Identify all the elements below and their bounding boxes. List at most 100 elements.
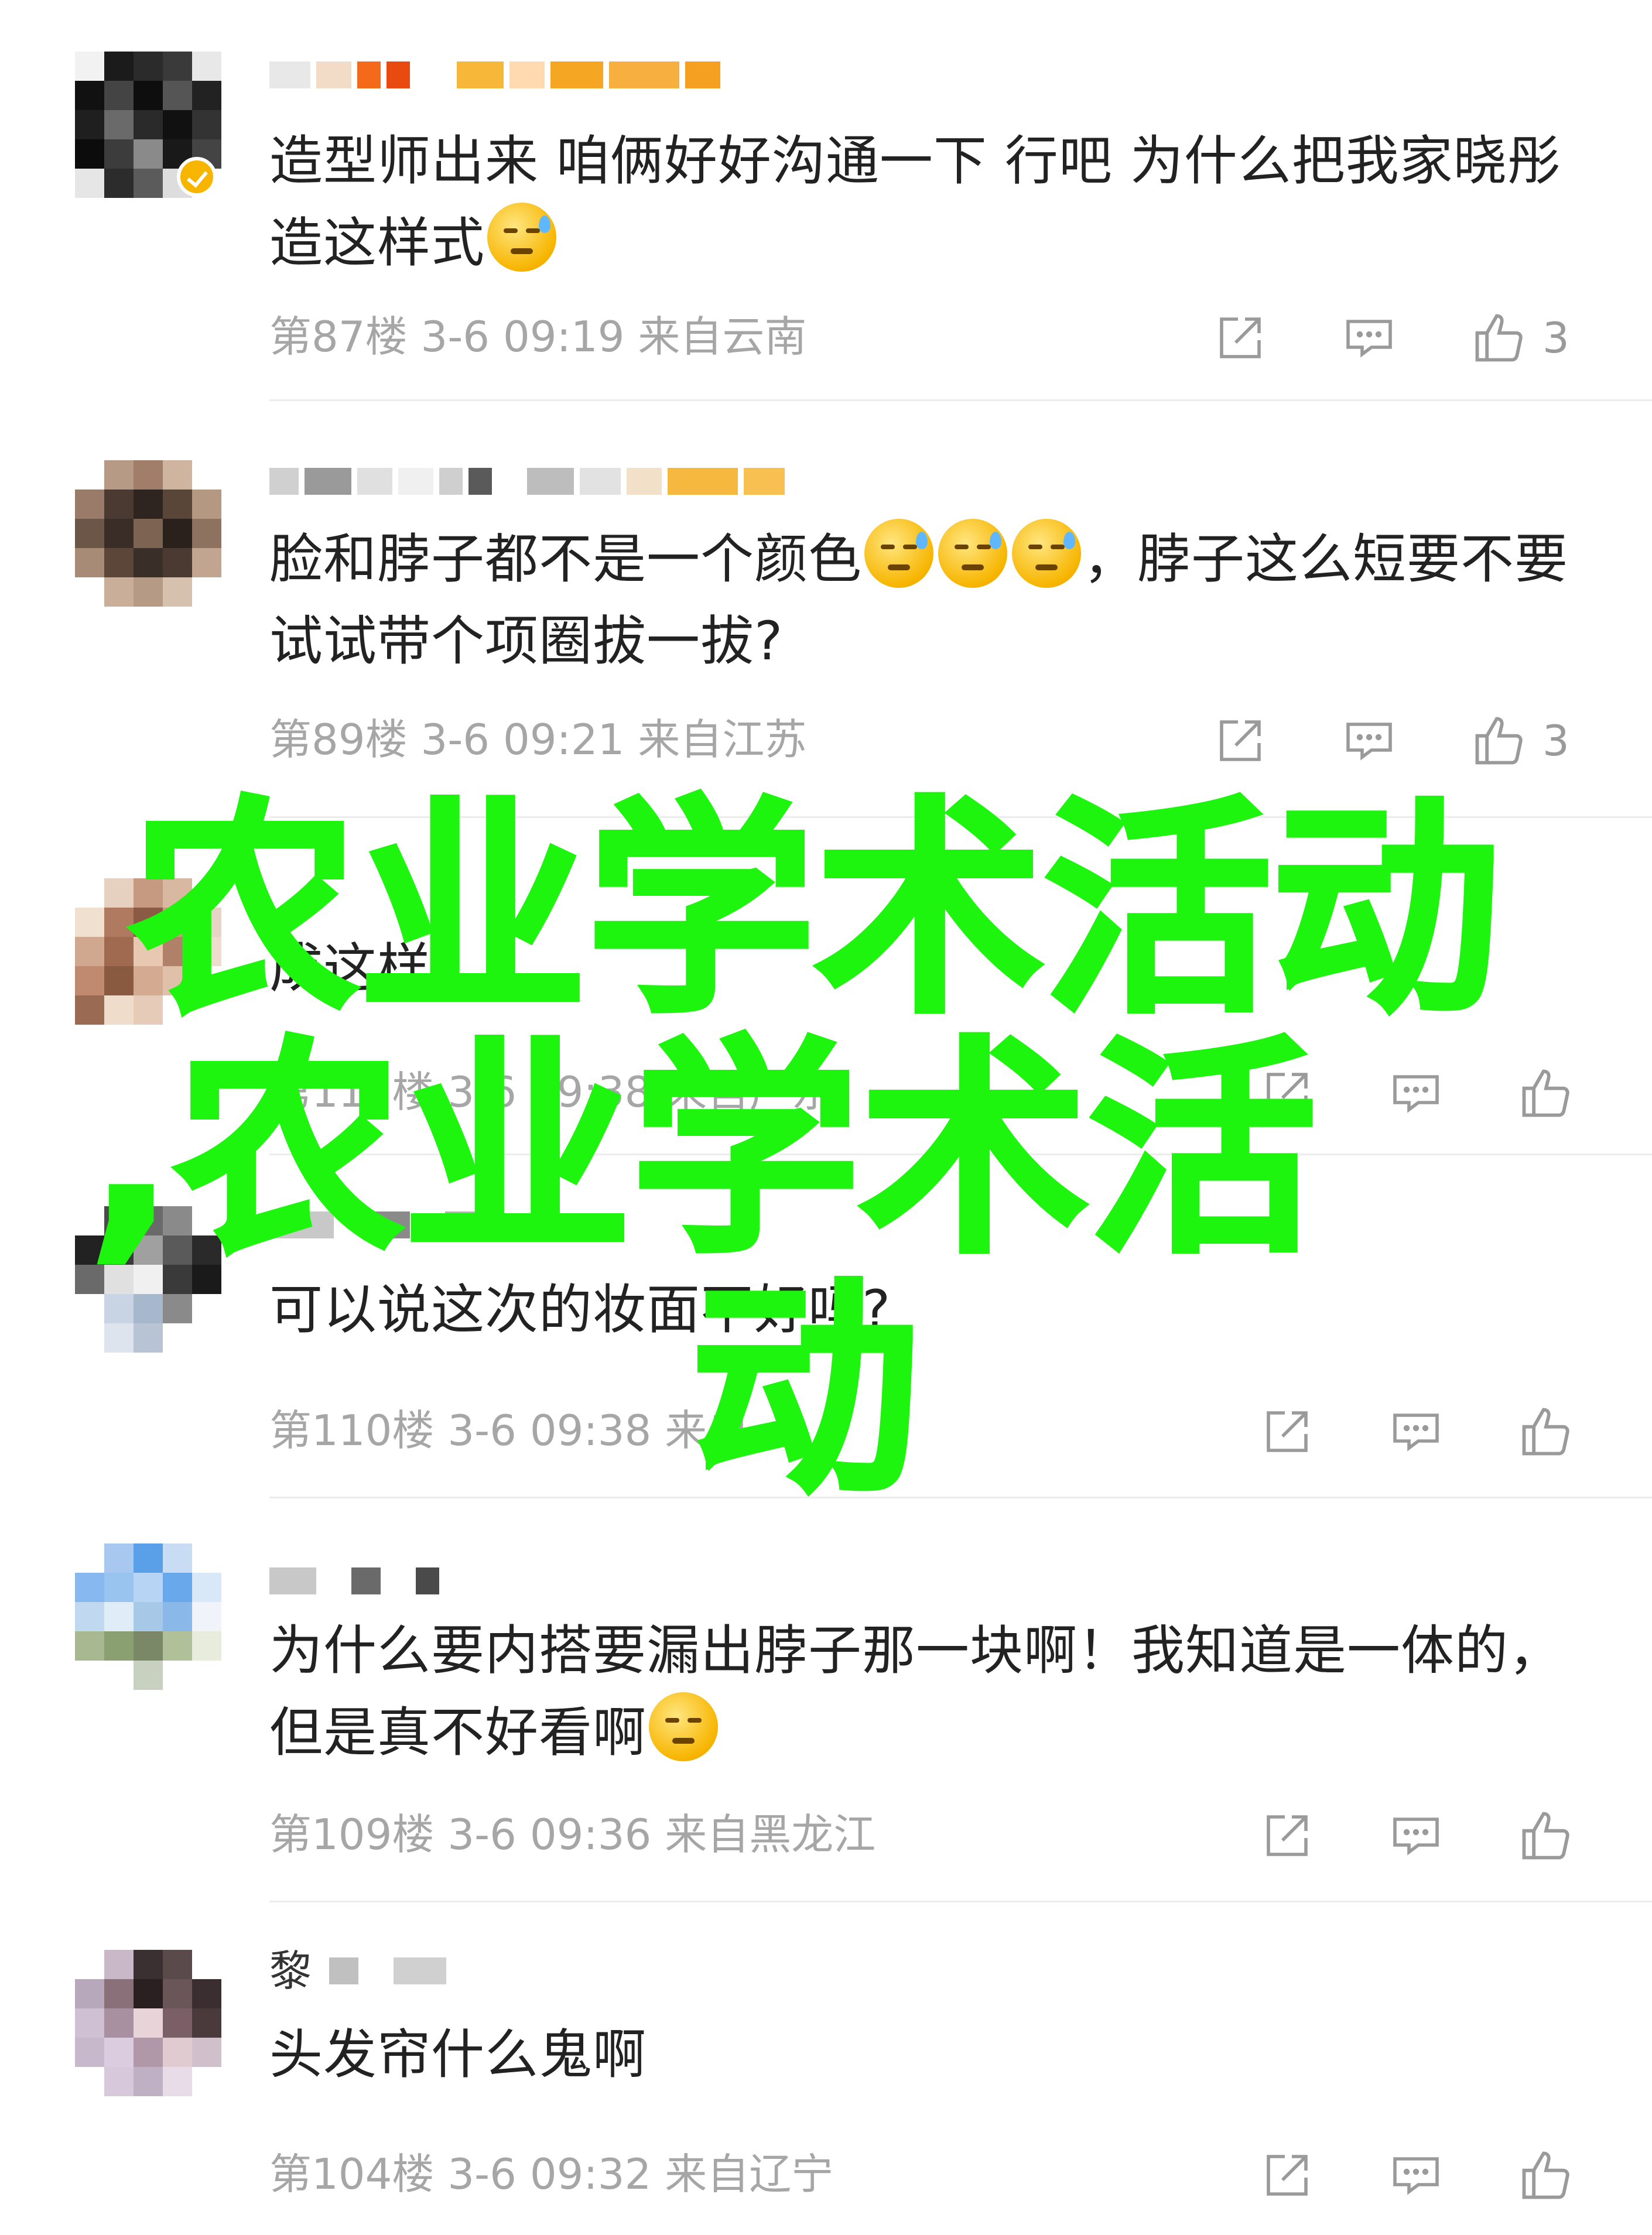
share-button[interactable] [1259,1806,1315,1865]
share-icon [1267,1073,1308,1114]
sleepy-sweat-face-emoji [1012,519,1082,588]
avatar[interactable] [75,1950,221,2096]
sleepy-sweat-face-emoji [864,519,934,588]
comment-text: 造型师出来 咱俩好好沟通一下 行吧 为什么把我家晓彤造这样式 [269,121,1581,285]
reply-icon [1346,320,1392,358]
like-button[interactable] [1517,1064,1575,1122]
reply-button[interactable] [1388,2146,1444,2205]
divider [269,399,1652,401]
share-button[interactable] [1259,1402,1315,1461]
location: 来自辽宁 [665,2150,834,2199]
comment-feed: 造型师出来 咱俩好好沟通一下 行吧 为什么把我家晓彤造这样式 第87楼 3-6 … [0,0,1652,2235]
comment-meta: 第109楼 3-6 09:36 来自黑龙江 [269,1808,875,1861]
dizzy-face-emoji [649,1692,719,1761]
like-button[interactable] [1517,2146,1575,2205]
location: 来自云南 [638,312,807,361]
reply-icon [1393,1413,1439,1452]
share-button[interactable] [1259,1064,1315,1122]
username[interactable]: 黎 [269,1946,447,1996]
like-count: 3 [1542,716,1569,765]
reply-button[interactable] [1388,1402,1444,1461]
thumbs-up-icon [1522,2151,1569,2199]
username-char: 黎 [269,1946,312,1996]
comment-meta: 第87楼 3-6 09:19 来自云南 [269,310,806,363]
comment-actions: 3 [1212,711,1593,770]
username[interactable] [269,458,785,505]
comment-text-body: 可以说这次的妆面不好吗? [269,1279,891,1341]
reply-icon [1393,1818,1439,1856]
floor-number: 第87楼 [269,312,408,361]
timestamp: 3-6 09:32 [447,2150,652,2199]
avatar[interactable] [75,1543,221,1690]
share-icon [1267,2155,1308,2196]
share-button[interactable] [1259,2146,1315,2205]
reply-icon [1393,2157,1439,2195]
reply-button[interactable] [1341,309,1397,367]
share-icon [1220,317,1261,358]
sleepy-sweat-face-emoji [938,519,1008,588]
comment-actions: 3 [1212,309,1593,367]
thumbs-up-icon [1522,1069,1569,1117]
floor-number: 第110楼 [269,1406,435,1455]
comment-text: 头发帘什么鬼啊 [269,2014,1581,2096]
crying-face-emoji [487,203,557,272]
username[interactable] [269,1202,480,1248]
username[interactable] [269,1558,439,1604]
share-button[interactable] [1212,711,1268,770]
like-count: 3 [1542,313,1569,362]
divider [269,1901,1652,1902]
comment-text: 为什么要内搭要漏出脖子那一块啊！我知道是一体的，但是真不好看啊 [269,1610,1581,1774]
comment-text-body: 脸和脖子都不是一个颜色 [269,529,863,590]
like-button[interactable] [1517,1402,1575,1461]
timestamp: 3-6 09:38 [447,1067,652,1117]
avatar[interactable] [75,878,221,1025]
comment-actions [1212,1064,1593,1122]
comment-actions [1212,1806,1593,1865]
avatar[interactable] [75,1206,221,1353]
share-icon [1267,1411,1308,1452]
thumbs-up-icon [1475,717,1523,765]
location: 来自 [665,1406,750,1455]
thumbs-up-icon [1522,1812,1569,1860]
comment-meta: 第111楼 3-6 09:38 来自广东 [269,1066,833,1118]
username[interactable] [269,52,720,98]
thumbs-up-icon [1475,314,1523,362]
reply-button[interactable] [1388,1064,1444,1122]
avatar[interactable] [75,460,221,607]
reply-icon [1393,1075,1439,1113]
verified-badge-icon [177,157,217,197]
location: 来自黑龙江 [665,1810,876,1859]
comment-text-body: 造型师出来 咱俩好好沟通一下 行吧 为什么把我家晓彤造这样式 [269,131,1561,274]
like-button[interactable]: 3 [1470,711,1569,770]
like-button[interactable] [1517,1806,1575,1865]
timestamp: 3-6 09:38 [447,1406,652,1455]
reply-button[interactable] [1388,1806,1444,1865]
floor-number: 第109楼 [269,1810,435,1859]
reply-button[interactable] [1341,711,1397,770]
timestamp: 3-6 09:19 [420,312,625,361]
comment-meta: 第104楼 3-6 09:32 来自辽宁 [269,2148,833,2200]
location: 来自江苏 [638,715,807,764]
divider [269,1154,1652,1155]
like-button[interactable]: 3 [1470,309,1569,367]
comment-meta: 第89楼 3-6 09:21 来自江苏 [269,713,806,766]
comment-text: 可以说这次的妆面不好吗? [269,1269,1581,1351]
share-icon [1220,720,1261,761]
share-icon [1267,1815,1308,1856]
comment-text: 成这样 [269,928,1581,1010]
location: 来自广东 [665,1067,834,1117]
share-button[interactable] [1212,309,1268,367]
timestamp: 3-6 09:36 [447,1810,652,1859]
reply-icon [1346,723,1392,761]
comment-text-body: 成这样 [269,938,432,1000]
floor-number: 第104楼 [269,2150,435,2199]
comment-meta: 第110楼 3-6 09:38 来自 [269,1404,749,1457]
comment-text-body: 头发帘什么鬼啊 [269,2024,647,2086]
floor-number: 第89楼 [269,715,408,764]
comment-text: 脸和脖子都不是一个颜色 ，脖子这么短要不要试试带个项圈拔一拔? [269,519,1581,683]
divider [269,1497,1652,1498]
comment-actions [1212,1402,1593,1461]
floor-number: 第111楼 [269,1067,435,1117]
thumbs-up-icon [1522,1408,1569,1456]
timestamp: 3-6 09:21 [420,715,625,764]
